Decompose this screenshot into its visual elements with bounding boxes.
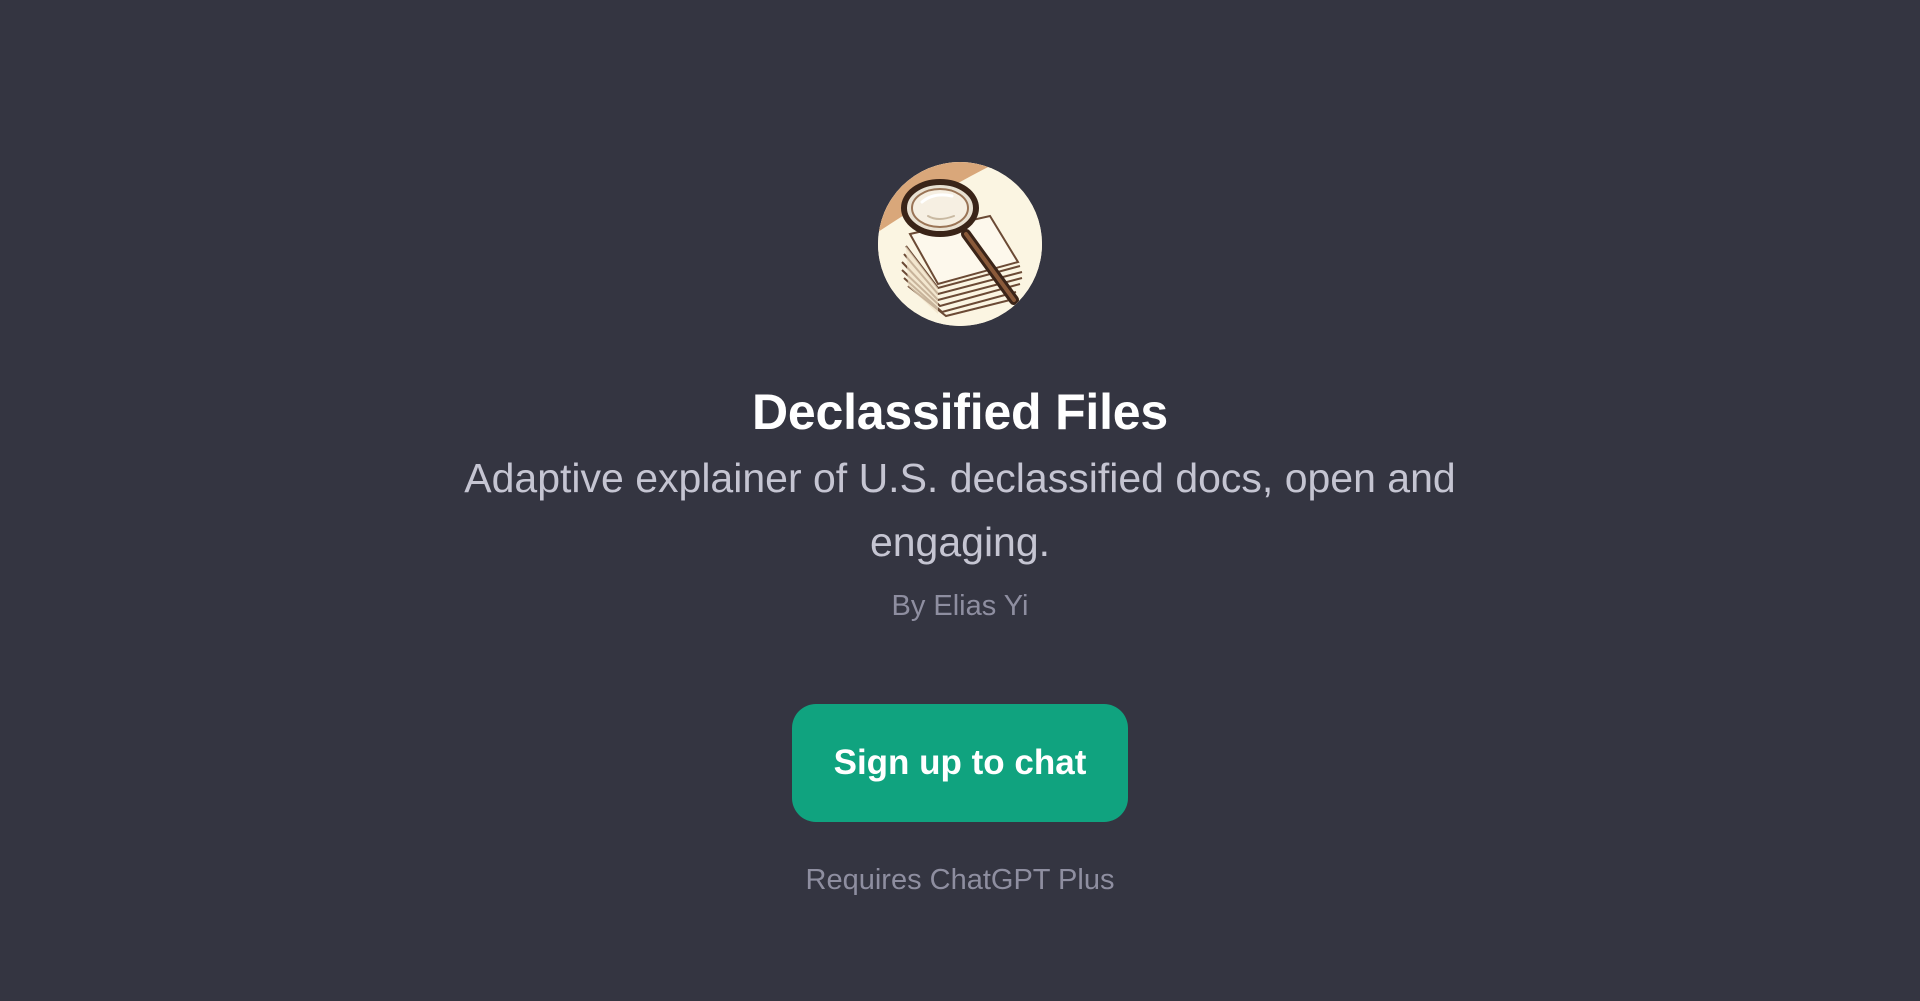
plan-requirement-note: Requires ChatGPT Plus <box>805 864 1115 896</box>
gpt-title: Declassified Files <box>751 384 1169 440</box>
magnifying-glass-over-documents-icon <box>878 162 1042 326</box>
gpt-landing-page: Declassified Files Adaptive explainer of… <box>0 0 1920 1001</box>
gpt-author: By Elias Yi <box>891 590 1029 622</box>
sign-up-to-chat-button[interactable]: Sign up to chat <box>792 704 1128 822</box>
gpt-description: Adaptive explainer of U.S. declassified … <box>464 455 1456 565</box>
gpt-avatar <box>878 162 1042 326</box>
